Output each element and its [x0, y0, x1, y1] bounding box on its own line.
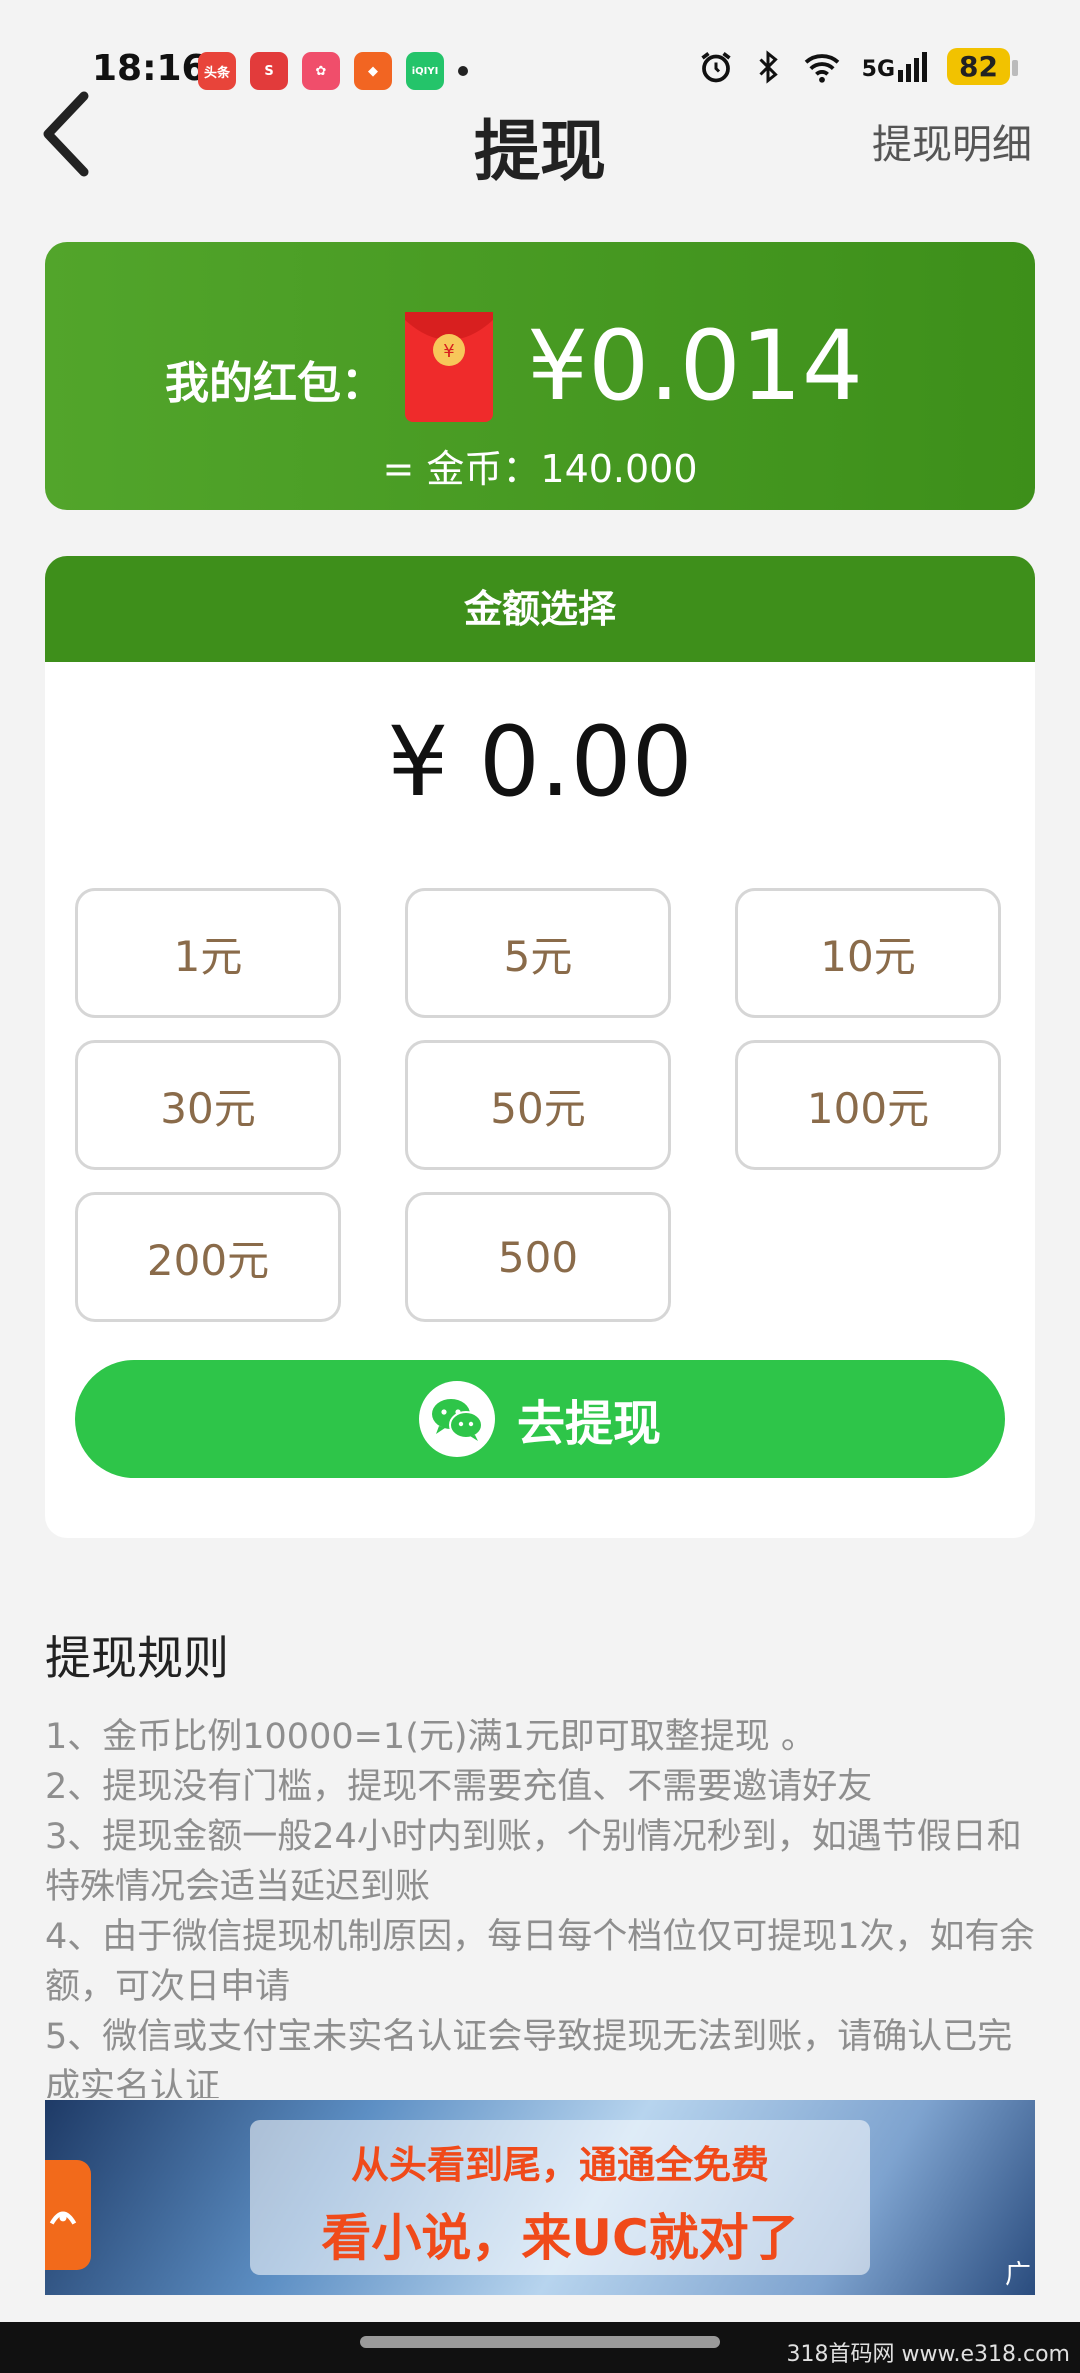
home-indicator[interactable]	[360, 2336, 720, 2348]
ad-badge: 广	[1004, 2260, 1031, 2290]
balance-card: 我的红包： ¥ ¥0.014 = 金币：140.000	[45, 242, 1035, 510]
red-app-icon: S	[250, 52, 288, 90]
rule-item: 3、提现金额一般24小时内到账，个别情况秒到，如遇节假日和特殊情况会适当延迟到账	[45, 1817, 1022, 1907]
rule-item: 2、提现没有门槛，提现不需要充值、不需要邀请好友	[45, 1767, 873, 1807]
ad-banner[interactable]: 从头看到尾，通通全免费 看小说，来UC就对了 广	[45, 2100, 1035, 2295]
ad-text-panel: 从头看到尾，通通全免费 看小说，来UC就对了	[250, 2120, 870, 2275]
svg-text:¥: ¥	[443, 341, 454, 362]
amount-option-10[interactable]: 10元	[735, 888, 1001, 1018]
chevron-left-icon	[43, 91, 89, 177]
amount-option-30[interactable]: 30元	[75, 1040, 341, 1170]
uc-logo-icon	[45, 2160, 91, 2270]
amount-option-500[interactable]: 500	[405, 1192, 671, 1322]
iqiyi-app-icon: iQIYI	[406, 52, 444, 90]
status-bar: 18:16 头条 S ✿ ◆ iQIYI 5G 82	[0, 0, 1080, 120]
pink-app-icon: ✿	[302, 52, 340, 90]
watermark: 318首码网 www.e318.com	[786, 2342, 1070, 2367]
amount-select-card: 金额选择 ¥ 0.00 1元 5元 10元 30元 50元 100元 200元 …	[45, 556, 1035, 1538]
amount-option-1[interactable]: 1元	[75, 888, 341, 1018]
rule-item: 4、由于微信提现机制原因，每日每个档位仅可提现1次，如有余额，可次日申请	[45, 1917, 1035, 2007]
amount-option-5[interactable]: 5元	[405, 888, 671, 1018]
status-indicators: 5G 82	[698, 48, 1018, 85]
wechat-icon	[418, 1381, 495, 1457]
toutiao-app-icon: 头条	[198, 52, 236, 90]
rule-item: 1、金币比例10000=1(元)满1元即可取整提现 。	[45, 1717, 816, 1757]
alarm-icon	[701, 51, 731, 82]
amount-option-50[interactable]: 50元	[405, 1040, 671, 1170]
coin-balance: = 金币：140.000	[382, 447, 698, 491]
notification-app-icons: 头条 S ✿ ◆ iQIYI	[198, 52, 468, 90]
bluetooth-icon	[759, 49, 778, 84]
ad-slogan: 看小说，来UC就对了	[321, 2209, 799, 2267]
withdraw-button-label: 去提现	[516, 1396, 661, 1452]
withdraw-history-link[interactable]: 提现明细	[872, 112, 1032, 170]
balance-amount: ¥0.014	[527, 310, 863, 422]
amount-option-100[interactable]: 100元	[735, 1040, 1001, 1170]
network-type: 5G	[861, 56, 896, 82]
wifi-icon	[804, 53, 839, 83]
red-packet-icon: ¥	[405, 312, 493, 422]
rule-item: 5、微信或支付宝未实名认证会导致提现无法到账，请确认已完成实名认证	[45, 2017, 1013, 2098]
status-time: 18:16	[92, 48, 207, 89]
amount-option-200[interactable]: 200元	[75, 1192, 341, 1322]
rules-title: 提现规则	[45, 1631, 229, 1685]
back-button[interactable]	[38, 90, 98, 180]
selected-amount-display: ¥ 0.00	[387, 706, 693, 818]
balance-label: 我的红包：	[165, 358, 385, 409]
signal-icon: 5G	[861, 51, 928, 82]
battery-indicator: 82	[947, 48, 1018, 85]
withdraw-button[interactable]: 去提现	[75, 1360, 1005, 1478]
amount-select-header: 金额选择	[45, 556, 1035, 662]
more-notifications-dot-icon	[458, 66, 468, 76]
ad-headline: 从头看到尾，通通全免费	[350, 2143, 769, 2187]
orange-app-icon: ◆	[354, 52, 392, 90]
rules-list: 1、金币比例10000=1(元)满1元即可取整提现 。 2、提现没有门槛，提现不…	[45, 1712, 1040, 2098]
